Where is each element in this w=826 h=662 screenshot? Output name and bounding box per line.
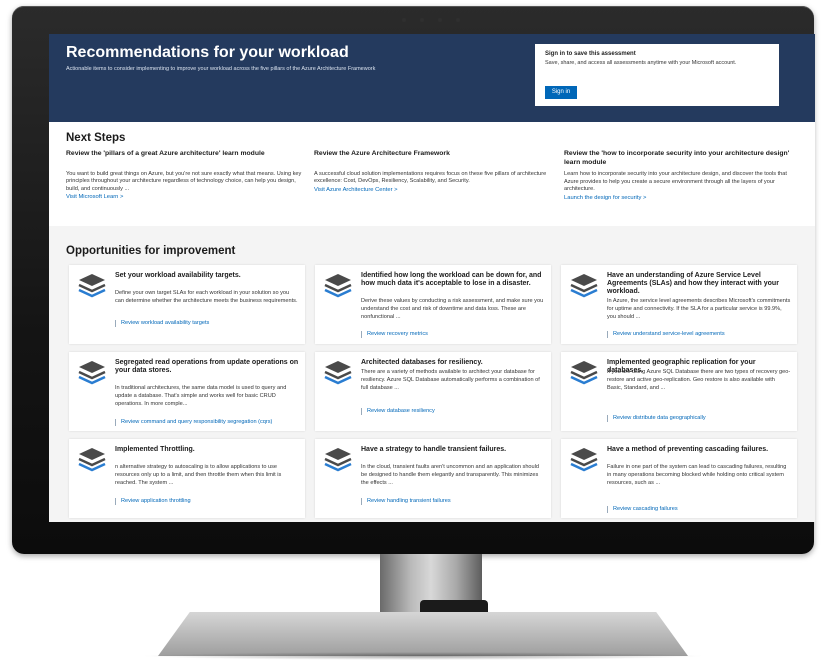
card-description: There are a variety of methods available… (361, 369, 540, 391)
stand-shadow (140, 652, 706, 660)
opportunities-title: Opportunities for improvement (66, 245, 236, 257)
card-description: Failure in one part of the system can le… (607, 464, 787, 486)
layers-stack-icon (324, 448, 352, 472)
card-review-link[interactable]: Review handling transient failures (361, 498, 543, 505)
card-review-link[interactable]: Review distribute data geographically (607, 415, 789, 422)
sign-in-button[interactable]: Sign in (545, 86, 577, 99)
recommendation-card: Set your workload availability targets. D… (69, 265, 305, 344)
next-step-text: You want to build great things on Azure,… (66, 170, 302, 192)
recommendation-card: Segregated read operations from update o… (69, 352, 305, 431)
recommendation-card: Have a strategy to handle transient fail… (315, 439, 551, 518)
card-description: Derive these values by conducting a risk… (361, 298, 544, 320)
next-step-item: Review the Azure Architecture Framework … (314, 150, 552, 193)
card-description: In traditional architectures, the same d… (115, 385, 287, 407)
next-step-heading: Review the 'how to incorporate security … (564, 150, 790, 166)
next-step-item: Review the 'pillars of a great Azure arc… (66, 150, 304, 200)
card-title: Have a strategy to handle transient fail… (361, 446, 507, 453)
recommendation-card: Have a method of preventing cascading fa… (561, 439, 797, 518)
card-review-link[interactable]: Review command and query responsibility … (115, 419, 297, 426)
card-review-link[interactable]: Review recovery metrics (361, 331, 543, 338)
recommendation-card: Architected databases for resiliency. The… (315, 352, 551, 431)
layers-stack-icon (78, 274, 106, 298)
hero-banner: Recommendations for your workload Action… (49, 34, 815, 122)
next-step-heading: Review the Azure Architecture Framework (314, 150, 450, 157)
monitor-screen: Recommendations for your workload Action… (49, 34, 815, 522)
card-review-link[interactable]: Review cascading failures (607, 506, 789, 513)
card-title: Architected databases for resiliency. (361, 359, 483, 366)
card-description: If you are using Azure SQL Database ther… (607, 369, 791, 391)
camera-dots (402, 18, 460, 22)
card-description: n alternative strategy to autoscaling is… (115, 464, 282, 486)
recommendation-card: Identified how long the workload can be … (315, 265, 551, 344)
card-review-link[interactable]: Review understand service-level agreemen… (607, 331, 789, 338)
card-review-link[interactable]: Review workload availability targets (115, 320, 297, 327)
page-subtitle: Actionable items to consider implementin… (66, 66, 376, 72)
launch-design-for-security-link[interactable]: Launch the design for security > (564, 195, 802, 201)
layers-stack-icon (570, 448, 598, 472)
layers-stack-icon (570, 274, 598, 298)
visit-architecture-center-link[interactable]: Visit Azure Architecture Center > (314, 187, 552, 193)
next-step-text: A successful cloud solution implementati… (314, 170, 547, 185)
card-title: Implemented Throttling. (115, 446, 195, 453)
signin-description: Save, share, and access all assessments … (545, 60, 737, 66)
layers-stack-icon (570, 361, 598, 385)
layers-stack-icon (78, 448, 106, 472)
layers-stack-icon (78, 361, 106, 385)
monitor-stand-base (158, 612, 688, 656)
next-step-item: Review the 'how to incorporate security … (564, 150, 802, 201)
signin-card: Sign in to save this assessment Save, sh… (535, 44, 779, 106)
recommendation-card: Implemented geographic replication for y… (561, 352, 797, 431)
next-steps-section: Next Steps Review the 'pillars of a grea… (49, 122, 815, 226)
card-title: Identified how long the workload can be … (361, 272, 542, 288)
next-step-text: Learn how to incorporate security into y… (564, 171, 787, 193)
recommendation-card: Implemented Throttling. n alternative str… (69, 439, 305, 518)
card-review-link[interactable]: Review database resiliency (361, 408, 543, 415)
card-title: Segregated read operations from update o… (115, 359, 299, 375)
card-description: In Azure, the service level agreements d… (607, 298, 791, 320)
layers-stack-icon (324, 361, 352, 385)
card-title: Set your workload availability targets. (115, 272, 241, 279)
monitor-bezel: Recommendations for your workload Action… (12, 6, 815, 554)
next-step-heading: Review the 'pillars of a great Azure arc… (66, 150, 265, 157)
recommendation-card: Have an understanding of Azure Service L… (561, 265, 797, 344)
next-steps-title: Next Steps (66, 132, 126, 144)
page-title: Recommendations for your workload (66, 44, 349, 61)
signin-title: Sign in to save this assessment (545, 51, 636, 57)
card-description: Define your own target SLAs for each wor… (115, 290, 298, 304)
visit-microsoft-learn-link[interactable]: Visit Microsoft Learn > (66, 194, 304, 200)
card-description: In the cloud, transient faults aren't un… (361, 464, 540, 486)
card-review-link[interactable]: Review application throttling (115, 498, 297, 505)
card-title: Have an understanding of Azure Service L… (607, 272, 779, 296)
layers-stack-icon (324, 274, 352, 298)
card-title: Have a method of preventing cascading fa… (607, 446, 769, 453)
